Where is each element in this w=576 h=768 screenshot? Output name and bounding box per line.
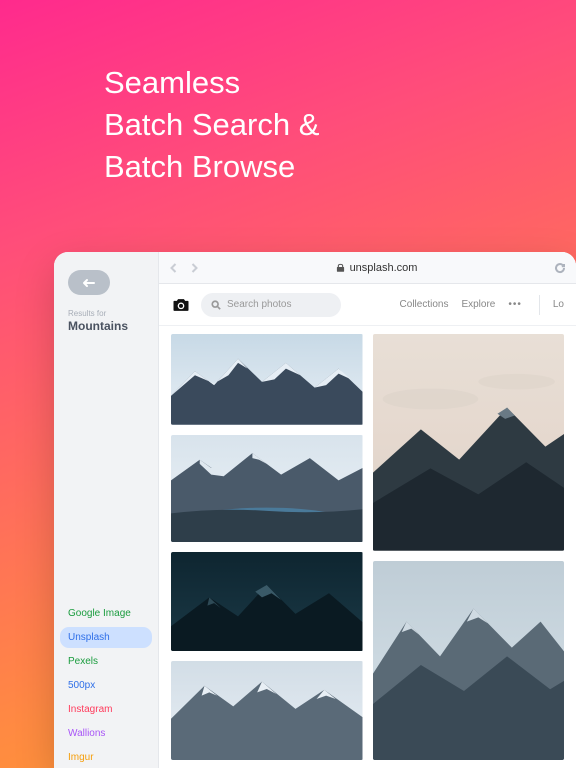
hero-line-3: Batch Browse bbox=[104, 146, 319, 188]
nav-explore[interactable]: Explore bbox=[461, 299, 495, 310]
source-item-pexels[interactable]: Pexels bbox=[60, 651, 152, 672]
photo-thumbnail[interactable] bbox=[171, 552, 363, 651]
nav-back-icon[interactable] bbox=[169, 263, 179, 273]
photo-thumbnail[interactable] bbox=[373, 561, 565, 760]
photo-gallery bbox=[159, 326, 576, 768]
source-item-wallions[interactable]: Wallions bbox=[60, 723, 152, 744]
nav-collections[interactable]: Collections bbox=[400, 299, 449, 310]
sidebar: Results for Mountains Google Image Unspla… bbox=[54, 252, 158, 768]
nav-arrows bbox=[169, 263, 199, 273]
photo-thumbnail[interactable] bbox=[373, 334, 565, 551]
site-header: Search photos Collections Explore ••• Lo bbox=[159, 284, 576, 326]
hero-line-1: Seamless bbox=[104, 62, 319, 104]
refresh-icon[interactable] bbox=[554, 262, 566, 274]
gallery-col-right bbox=[373, 334, 565, 760]
browser-toolbar: unsplash.com bbox=[159, 252, 576, 284]
source-item-google-image[interactable]: Google Image bbox=[60, 603, 152, 624]
source-item-instagram[interactable]: Instagram bbox=[60, 699, 152, 720]
app-window: Results for Mountains Google Image Unspla… bbox=[54, 252, 576, 768]
gallery-col-left bbox=[171, 334, 363, 760]
lock-icon bbox=[336, 263, 345, 272]
search-input[interactable]: Search photos bbox=[201, 293, 341, 317]
camera-logo-icon[interactable] bbox=[171, 295, 191, 315]
header-divider bbox=[539, 295, 540, 315]
photo-thumbnail[interactable] bbox=[171, 661, 363, 760]
nav-forward-icon[interactable] bbox=[189, 263, 199, 273]
search-placeholder: Search photos bbox=[227, 299, 292, 310]
nav-login[interactable]: Lo bbox=[553, 299, 564, 310]
back-button[interactable] bbox=[68, 270, 110, 295]
source-item-unsplash[interactable]: Unsplash bbox=[60, 627, 152, 648]
photo-thumbnail[interactable] bbox=[171, 334, 363, 425]
results-query: Mountains bbox=[68, 319, 158, 333]
results-label: Results for bbox=[68, 309, 158, 318]
arrow-left-icon bbox=[82, 278, 96, 288]
more-menu-icon[interactable]: ••• bbox=[508, 299, 522, 310]
search-icon bbox=[211, 300, 221, 310]
hero-line-2: Batch Search & bbox=[104, 104, 319, 146]
photo-thumbnail[interactable] bbox=[171, 435, 363, 542]
address-bar[interactable]: unsplash.com bbox=[209, 262, 544, 274]
header-links: Collections Explore ••• Lo bbox=[400, 295, 564, 315]
source-item-imgur[interactable]: Imgur bbox=[60, 747, 152, 768]
source-item-500px[interactable]: 500px bbox=[60, 675, 152, 696]
browser-pane: unsplash.com Search photos Collections E… bbox=[158, 252, 576, 768]
url-text: unsplash.com bbox=[350, 262, 418, 274]
hero-copy: Seamless Batch Search & Batch Browse bbox=[104, 62, 319, 188]
source-list: Google Image Unsplash Pexels 500px Instagram… bbox=[54, 603, 158, 768]
